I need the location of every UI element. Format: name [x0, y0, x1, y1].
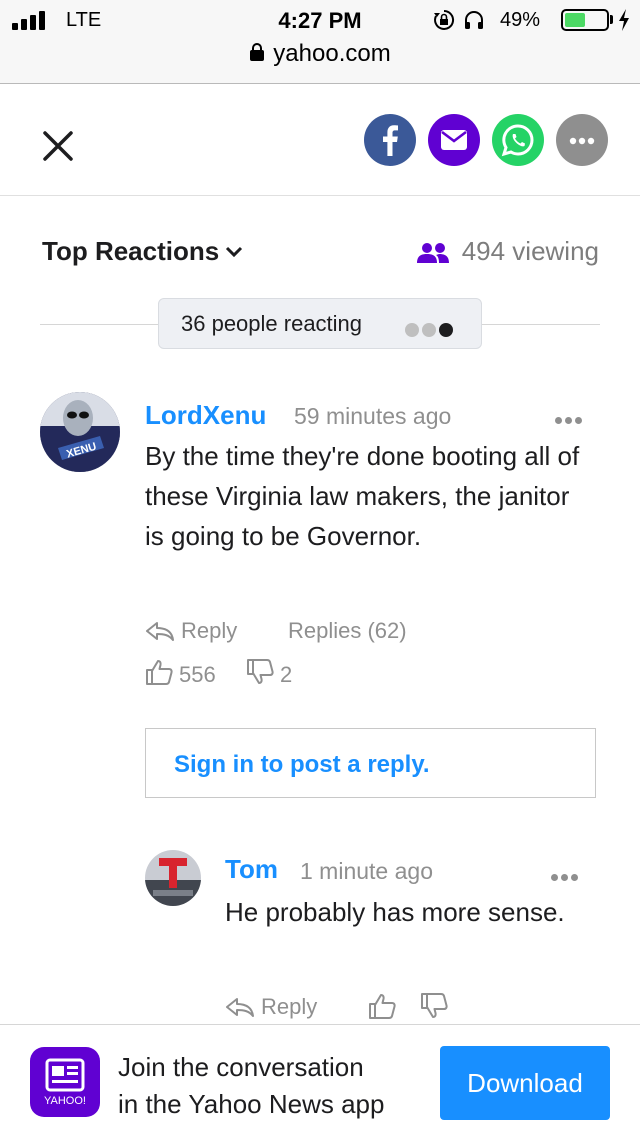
comment-more-icon[interactable] [555, 411, 585, 424]
comment-username[interactable]: LordXenu [145, 400, 266, 431]
banner-line-1: Join the conversation [118, 1052, 364, 1082]
comment: XENU LordXenu 59 minutes ago By the time… [0, 392, 640, 712]
banner-text: Join the conversation in the Yahoo News … [118, 1049, 384, 1123]
dislike-count: 2 [280, 662, 293, 687]
comment-text: By the time they're done booting all of … [145, 441, 580, 551]
like-button[interactable]: 556 [145, 658, 216, 688]
reply-reply-label: Reply [261, 994, 318, 1019]
whatsapp-icon [501, 124, 534, 157]
battery-percent: 49% [500, 9, 541, 31]
more-share-button[interactable] [556, 114, 608, 166]
whatsapp-share-button[interactable] [492, 114, 544, 166]
reply-username[interactable]: Tom [225, 854, 278, 885]
facebook-icon [383, 125, 398, 156]
reply-comment: Tom 1 minute ago He probably has more se… [0, 848, 640, 1028]
reactions-header: Top Reactions 494 viewing [0, 226, 640, 286]
reply-reply-button[interactable]: Reply [225, 994, 317, 1020]
thumbs-up-icon [146, 660, 173, 685]
reply-label: Reply [181, 618, 238, 643]
battery-icon [561, 9, 609, 31]
like-count: 556 [179, 662, 216, 687]
reply-dislike-button[interactable] [420, 992, 454, 1022]
share-bar [0, 84, 640, 196]
thumbs-up-icon [369, 994, 396, 1019]
banner-line-2: in the Yahoo News app [118, 1089, 385, 1119]
browser-chrome: LTE 4:27 PM 49% yahoo.com [0, 0, 640, 84]
thumbs-down-icon [421, 993, 448, 1018]
charging-bolt-icon [619, 9, 629, 31]
sign-in-label: Sign in to post a reply. [174, 751, 430, 778]
reply-avatar-image [145, 850, 201, 906]
reacting-badge: 36 people reacting [158, 298, 482, 349]
user-avatar-image: XENU [40, 392, 120, 472]
battery-tip [610, 15, 613, 24]
avatar[interactable]: XENU [40, 392, 120, 472]
thumbs-down-icon [247, 659, 274, 684]
yahoo-logo-text: YAHOO! [44, 1095, 86, 1107]
download-button[interactable]: Download [440, 1046, 610, 1120]
comment-time: 59 minutes ago [294, 403, 452, 429]
chevron-down-icon [226, 246, 243, 258]
mail-icon [441, 130, 467, 150]
url-bar[interactable]: yahoo.com [0, 40, 640, 70]
reply-button[interactable]: Reply [145, 618, 237, 644]
reply-arrow-icon [226, 998, 254, 1017]
reply-avatar[interactable] [145, 850, 201, 906]
reply-time: 1 minute ago [300, 858, 433, 884]
app-download-banner: YAHOO! Join the conversation in the Yaho… [0, 1024, 640, 1136]
replies-button[interactable]: Replies (62) [288, 618, 407, 644]
sort-label: Top Reactions [42, 236, 220, 266]
viewing-label: 494 viewing [461, 236, 599, 266]
status-bar: LTE 4:27 PM 49% [0, 0, 640, 40]
typing-indicator-icon [405, 317, 456, 343]
people-icon [416, 243, 449, 263]
replies-label: Replies (62) [288, 618, 407, 643]
url-text: yahoo.com [273, 40, 391, 67]
battery-level [565, 13, 585, 27]
sign-in-to-reply-button[interactable]: Sign in to post a reply. [145, 728, 596, 798]
sort-dropdown[interactable]: Top Reactions [42, 236, 243, 267]
rotation-lock-icon [434, 9, 455, 30]
reply-more-icon[interactable] [551, 868, 581, 881]
reply-arrow-icon [146, 622, 174, 641]
reply-like-button[interactable] [368, 992, 402, 1022]
more-icon [569, 137, 595, 145]
dislike-button[interactable]: 2 [246, 658, 292, 688]
close-icon[interactable] [40, 128, 76, 164]
reacting-label: 36 people reacting [181, 311, 363, 336]
lock-icon [250, 43, 265, 61]
clock: 4:27 PM [278, 8, 362, 33]
facebook-share-button[interactable] [364, 114, 416, 166]
reply-text: He probably has more sense. [225, 897, 565, 927]
headphones-icon [465, 11, 483, 29]
yahoo-news-app-icon: YAHOO! [30, 1047, 100, 1117]
viewing-count: 494 viewing [416, 236, 599, 267]
mail-share-button[interactable] [428, 114, 480, 166]
